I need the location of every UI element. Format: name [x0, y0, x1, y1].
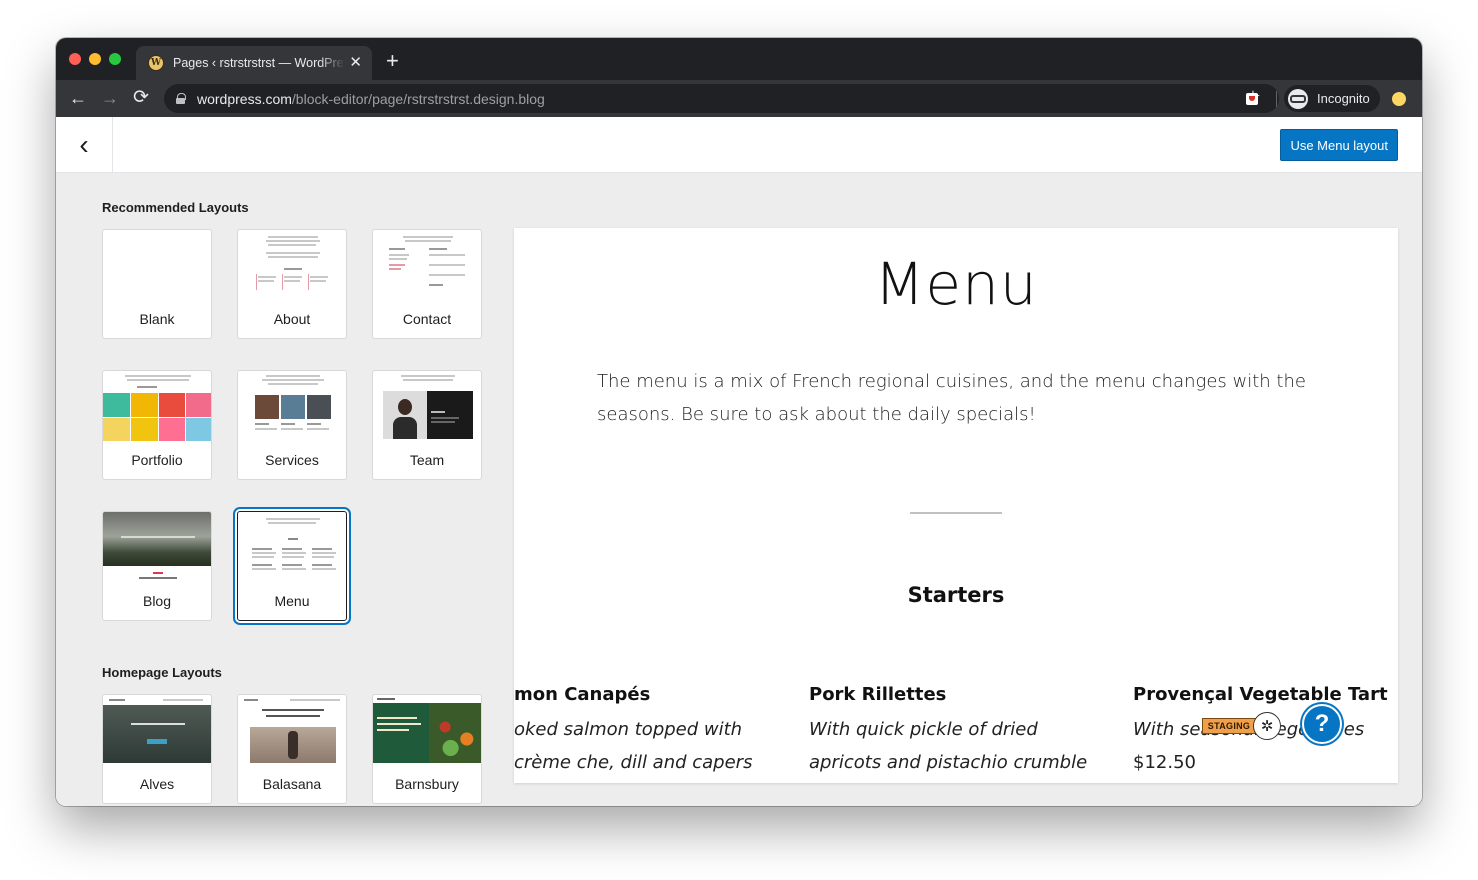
layout-card-alves[interactable]: Alves	[102, 694, 212, 804]
layout-card-label: Menu	[274, 593, 310, 609]
preview-menu-item: Pork Rillettes With quick pickle of drie…	[809, 684, 1109, 779]
wordpress-icon: W	[148, 55, 164, 71]
layout-card-barnsbury[interactable]: Barnsbury	[372, 694, 482, 804]
preview-section-heading: Starters	[907, 583, 1005, 607]
blog-thumbnail	[103, 512, 211, 590]
incognito-label: Incognito	[1317, 91, 1370, 106]
minimize-window-button[interactable]	[89, 53, 101, 65]
layout-card-services[interactable]: Services	[237, 370, 347, 480]
back-arrow-icon[interactable]: ←	[69, 88, 87, 108]
layout-card-blog[interactable]: Blog	[102, 511, 212, 621]
browser-tab[interactable]: W Pages ‹ rstrstrstrst — WordPress.com ✕	[136, 46, 372, 80]
browser-toolbar: ← → ⟳ wordpress.com/block-editor/page/rs…	[56, 80, 1422, 117]
layout-card-label: Barnsbury	[395, 776, 459, 792]
services-thumbnail	[238, 371, 346, 449]
address-bar[interactable]: wordpress.com/block-editor/page/rstrstrs…	[164, 84, 1279, 113]
menu-item-name: mon Canapés	[514, 684, 651, 705]
staging-badge: STAGING	[1202, 718, 1256, 734]
new-tab-button[interactable]: +	[386, 50, 399, 72]
forward-arrow-icon[interactable]: →	[101, 88, 119, 108]
menu-item-price: $12.50	[1133, 752, 1196, 773]
layout-picker: Recommended Layouts Blank About Contact …	[56, 173, 1422, 806]
layout-card-label: Blog	[142, 593, 172, 609]
layout-card-label: Contact	[402, 311, 452, 327]
layout-card-label: Alves	[139, 776, 175, 792]
close-window-button[interactable]	[69, 53, 81, 65]
layout-card-blank[interactable]: Blank	[102, 229, 212, 339]
tab-strip: W Pages ‹ rstrstrstrst — WordPress.com ✕…	[56, 38, 1422, 80]
about-thumbnail	[238, 230, 346, 308]
layout-card-portfolio[interactable]: Portfolio	[102, 370, 212, 480]
recommended-layouts-heading: Recommended Layouts	[102, 200, 249, 215]
use-layout-button[interactable]: Use Menu layout	[1280, 129, 1398, 161]
editor-header: ‹ Use Menu layout	[56, 117, 1422, 173]
layout-preview: Menu The menu is a mix of French regiona…	[514, 228, 1398, 783]
layout-card-label: Team	[409, 452, 445, 468]
team-thumbnail	[373, 371, 481, 449]
layout-card-balasana[interactable]: Balasana	[237, 694, 347, 804]
contact-thumbnail	[373, 230, 481, 308]
close-tab-icon[interactable]: ✕	[349, 54, 362, 71]
extension-status-icon[interactable]	[1392, 92, 1406, 106]
preview-intro-text: The menu is a mix of French regional cui…	[597, 371, 1306, 425]
barnsbury-thumbnail	[373, 695, 481, 773]
layout-card-label: Portfolio	[131, 452, 183, 468]
pocket-extension-icon[interactable]	[1246, 93, 1258, 105]
incognito-icon	[1288, 88, 1308, 109]
layout-card-menu[interactable]: Menu	[237, 511, 347, 621]
layout-card-label: About	[273, 311, 311, 327]
menu-thumbnail	[238, 512, 346, 590]
toolbar-divider	[1276, 91, 1277, 107]
layout-card-label: Services	[265, 452, 319, 468]
layout-card-contact[interactable]: Contact	[372, 229, 482, 339]
url-text[interactable]: wordpress.com/block-editor/page/rstrstrs…	[197, 91, 545, 107]
menu-item-description: oked salmon topped with crème che, dill …	[514, 719, 753, 773]
menu-item-description: With quick pickle of dried apricots and …	[809, 719, 1088, 773]
close-layout-picker-button[interactable]: ‹	[56, 117, 113, 172]
layout-card-team[interactable]: Team	[372, 370, 482, 480]
help-icon[interactable]: ?	[1302, 704, 1342, 744]
tab-title: Pages ‹ rstrstrstrst — WordPress.com	[173, 56, 345, 70]
bug-report-icon[interactable]: ✲	[1253, 712, 1281, 740]
menu-item-name: Provençal Vegetable Tart	[1133, 684, 1388, 705]
incognito-profile-button[interactable]: Incognito	[1284, 85, 1380, 112]
layout-card-label: Blank	[139, 311, 175, 327]
preview-separator	[910, 512, 1002, 514]
layout-card-label: Balasana	[262, 776, 322, 792]
portfolio-thumbnail	[103, 371, 211, 449]
layout-card-about[interactable]: About	[237, 229, 347, 339]
preview-page-title: Menu	[874, 250, 1038, 318]
lock-icon[interactable]	[176, 93, 186, 104]
maximize-window-button[interactable]	[109, 53, 121, 65]
browser-window: W Pages ‹ rstrstrstrst — WordPress.com ✕…	[56, 38, 1422, 806]
preview-menu-item: mon Canapés oked salmon topped with crèm…	[514, 684, 814, 779]
balasana-thumbnail	[238, 695, 346, 773]
reload-icon[interactable]: ⟳	[133, 88, 149, 108]
homepage-layouts-heading: Homepage Layouts	[102, 665, 222, 680]
alves-thumbnail	[103, 695, 211, 773]
chevron-left-icon: ‹	[79, 128, 89, 160]
menu-item-name: Pork Rillettes	[809, 684, 947, 705]
